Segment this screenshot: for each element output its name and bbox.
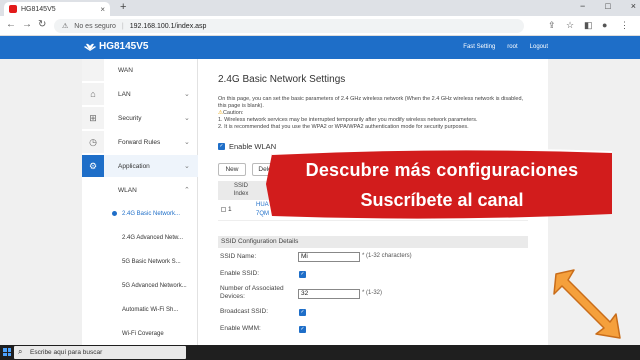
taskbar: ⌕ Escribe aquí para buscar bbox=[0, 345, 640, 360]
enable-wlan-checkbox[interactable]: ✓ bbox=[218, 143, 225, 150]
gear-icon: ⚙ bbox=[82, 155, 104, 177]
star-icon[interactable]: ☆ bbox=[566, 20, 574, 31]
description-text: On this page, you can set the basic para… bbox=[218, 96, 524, 109]
windows-start-icon[interactable] bbox=[3, 348, 11, 356]
url-field[interactable]: ⚠ No es seguro | 192.168.100.1/index.asp bbox=[54, 19, 524, 33]
user-link[interactable]: root bbox=[507, 44, 517, 50]
sidebar-item-label: Application bbox=[118, 162, 150, 170]
window-controls: − □ × bbox=[580, 1, 636, 11]
new-tab-button[interactable]: + bbox=[120, 1, 126, 13]
maximize-button[interactable]: □ bbox=[605, 1, 610, 11]
menu-dots-icon[interactable]: ⋮ bbox=[620, 20, 629, 31]
enable-wmm-checkbox[interactable]: ✓ bbox=[299, 326, 306, 333]
chevron-down-icon: ⌄ bbox=[184, 163, 190, 170]
sidebar-item-label: LAN bbox=[118, 90, 131, 98]
sidebar-item-application[interactable]: ⚙ Application ⌄ bbox=[82, 155, 198, 177]
brand-name: HG8145V5 bbox=[99, 41, 149, 52]
taskbar-search-placeholder: Escribe aquí para buscar bbox=[30, 349, 103, 356]
banner-line-1: Descubre más configuraciones bbox=[305, 160, 579, 180]
shield-icon: ⊞ bbox=[82, 107, 104, 129]
page-title: 2.4G Basic Network Settings bbox=[218, 74, 346, 85]
sidebar-item-label: Forward Rules bbox=[118, 138, 161, 146]
sidebar: WAN ⌂ LAN ⌄ ⊞ Security ⌄ ◷ Forward Rules… bbox=[82, 59, 198, 345]
sidebar-item-wlan[interactable]: WLAN ⌃ bbox=[82, 179, 198, 201]
profile-icon[interactable]: ● bbox=[602, 20, 607, 30]
logout-link[interactable]: Logout bbox=[530, 44, 548, 50]
sub-item-5g-advanced[interactable]: 5G Advanced Network... bbox=[104, 275, 198, 297]
brand-logo: HG8145V5 bbox=[84, 41, 148, 52]
tab-close-icon[interactable]: × bbox=[100, 5, 105, 14]
home-icon: ⌂ bbox=[82, 83, 104, 105]
url-text: 192.168.100.1/index.asp bbox=[129, 22, 207, 30]
tab-title: HG8145V5 bbox=[21, 5, 56, 13]
row-index: 1 bbox=[228, 206, 232, 213]
taskbar-search[interactable]: ⌕ Escribe aquí para buscar bbox=[14, 346, 186, 359]
left-margin bbox=[0, 59, 82, 345]
wan-icon bbox=[82, 59, 104, 81]
sub-item-24g-basic[interactable]: 2.4G Basic Network... bbox=[104, 203, 198, 225]
assoc-devices-label: Number of Associated Devices: bbox=[220, 285, 284, 300]
address-bar-row: ← → ↻ ⚠ No es seguro | 192.168.100.1/ind… bbox=[0, 16, 640, 36]
broadcast-ssid-checkbox[interactable]: ✓ bbox=[299, 309, 306, 316]
chevron-down-icon: ⌄ bbox=[184, 115, 190, 122]
close-window-button[interactable]: × bbox=[631, 1, 636, 11]
page-description: On this page, you can set the basic para… bbox=[218, 96, 528, 131]
sub-item-5g-basic[interactable]: 5G Basic Network S... bbox=[104, 251, 198, 273]
ssid-index-header: SSID Index bbox=[233, 183, 249, 197]
sub-item-24g-advanced[interactable]: 2.4G Advanced Netw... bbox=[104, 227, 198, 249]
share-icon[interactable]: ⇪ bbox=[548, 20, 556, 31]
assoc-devices-input[interactable]: 32 bbox=[298, 289, 360, 299]
chevron-down-icon: ⌄ bbox=[184, 91, 190, 98]
caution-title: Caution: bbox=[222, 110, 244, 116]
sidebar-item-wan[interactable]: WAN bbox=[82, 59, 198, 81]
sidebar-item-forward-rules[interactable]: ◷ Forward Rules ⌄ bbox=[82, 131, 198, 153]
header-links: Fast Setting root Logout bbox=[463, 44, 548, 50]
sidebar-item-label: Security bbox=[118, 114, 142, 122]
security-status: No es seguro bbox=[74, 22, 116, 30]
promo-banner: Descubre más configuraciones Suscríbete … bbox=[266, 146, 618, 222]
huawei-favicon-icon bbox=[9, 5, 17, 13]
caution-item: 1. Wireless network services may be inte… bbox=[218, 117, 478, 123]
sub-item-auto-wifi[interactable]: Automatic Wi-Fi Sh... bbox=[104, 299, 198, 321]
minimize-button[interactable]: − bbox=[580, 1, 585, 11]
caution-item: 2. It is recommended that you use the WP… bbox=[218, 124, 469, 130]
fast-setting-link[interactable]: Fast Setting bbox=[463, 44, 495, 50]
router-header: HG8145V5 Fast Setting root Logout bbox=[0, 36, 640, 59]
chevron-down-icon: ⌄ bbox=[184, 139, 190, 146]
search-icon: ⌕ bbox=[18, 347, 23, 356]
reload-icon[interactable]: ↻ bbox=[38, 19, 46, 30]
sidebar-item-security[interactable]: ⊞ Security ⌄ bbox=[82, 107, 198, 129]
browser-tab[interactable]: HG8145V5 × bbox=[4, 2, 110, 16]
huawei-logo-icon bbox=[84, 43, 96, 51]
enable-wmm-label: Enable WMM: bbox=[220, 325, 261, 332]
browser-tab-bar: HG8145V5 × + − □ × bbox=[0, 0, 640, 16]
extension-icon[interactable]: ◧ bbox=[584, 20, 593, 31]
clock-icon: ◷ bbox=[82, 131, 104, 153]
assoc-devices-note: * (1-32) bbox=[362, 290, 383, 296]
chevron-up-icon: ⌃ bbox=[184, 187, 190, 194]
enable-ssid-label: Enable SSID: bbox=[220, 270, 260, 277]
new-button[interactable]: New bbox=[218, 163, 246, 176]
sidebar-item-lan[interactable]: ⌂ LAN ⌄ bbox=[82, 83, 198, 105]
enable-ssid-checkbox[interactable]: ✓ bbox=[299, 271, 306, 278]
orange-arrow-icon bbox=[553, 269, 621, 339]
sidebar-item-label: WLAN bbox=[118, 186, 137, 194]
broadcast-ssid-label: Broadcast SSID: bbox=[220, 308, 269, 315]
banner-line-2: Suscríbete al canal bbox=[360, 190, 524, 210]
section-header: SSID Configuration Details bbox=[218, 236, 528, 248]
sidebar-item-label: WAN bbox=[118, 66, 133, 74]
forward-arrow-icon[interactable]: → bbox=[22, 19, 32, 30]
warning-icon: ⚠ bbox=[62, 23, 69, 30]
row-checkbox[interactable] bbox=[221, 207, 226, 212]
ssid-name-note: * (1-32 characters) bbox=[362, 253, 412, 259]
ssid-name-input[interactable]: Mi bbox=[298, 252, 360, 262]
sub-item-wifi-coverage[interactable]: Wi-Fi Coverage bbox=[104, 323, 198, 345]
back-arrow-icon[interactable]: ← bbox=[6, 19, 16, 30]
ssid-name-label: SSID Name: bbox=[220, 253, 257, 260]
